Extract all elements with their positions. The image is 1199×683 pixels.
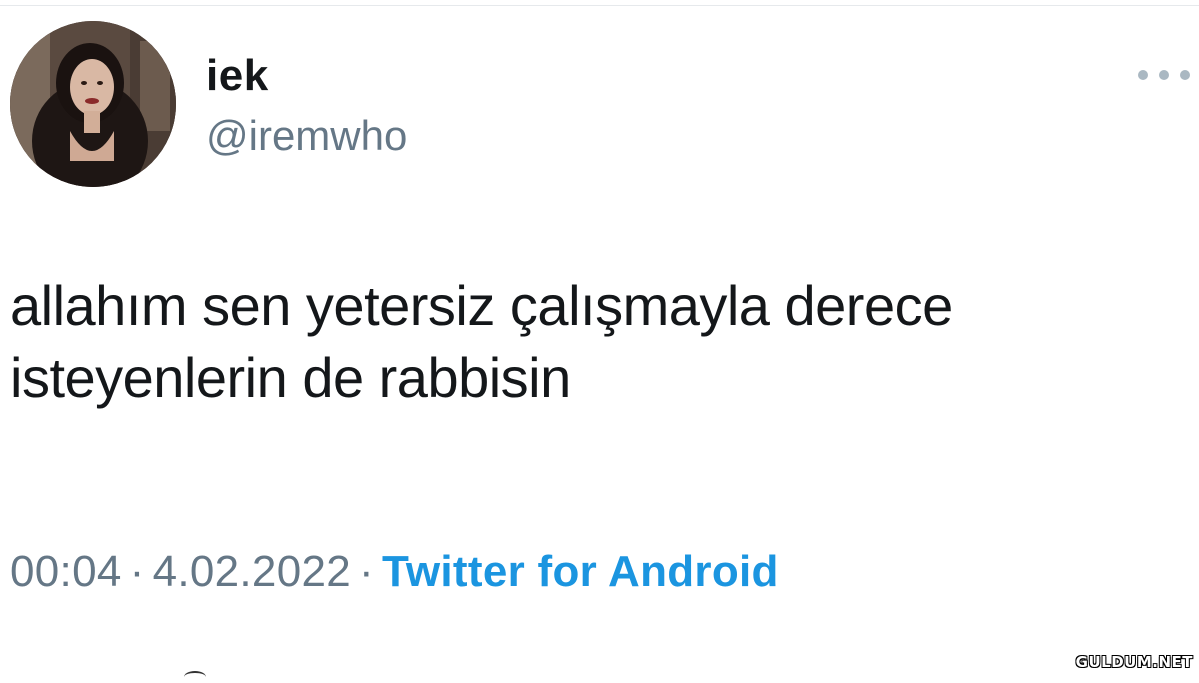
ellipsis-icon <box>1180 70 1190 80</box>
tweet-time[interactable]: 00:04 <box>10 547 122 596</box>
tweet-card: iek @iremwho allahım sen yetersiz çalışm… <box>0 0 1199 675</box>
tweet-meta: 00:04 · 4.02.2022 · Twitter for Android <box>10 540 779 604</box>
tweet-text-line: isteyenlerin de rabbisin <box>10 346 571 409</box>
avatar-image <box>10 21 176 187</box>
avatar[interactable] <box>10 21 176 187</box>
meta-separator: · <box>129 547 145 596</box>
ellipsis-icon <box>1138 70 1148 80</box>
tweet-text-line: allahım sen yetersiz çalışmayla derece <box>10 274 953 337</box>
partial-icon <box>184 671 206 683</box>
user-handle[interactable]: @iremwho <box>206 108 407 164</box>
tweet-source-link[interactable]: Twitter for Android <box>382 547 779 596</box>
tweet-date[interactable]: 4.02.2022 <box>153 547 351 596</box>
meta-separator: · <box>359 547 374 596</box>
more-options-button[interactable] <box>1138 60 1190 90</box>
ellipsis-icon <box>1159 70 1169 80</box>
display-name[interactable]: iek <box>206 48 269 104</box>
tweet-text: allahım sen yetersiz çalışmayla derece i… <box>10 270 1180 414</box>
watermark: GULDUM.NET <box>1075 653 1193 671</box>
